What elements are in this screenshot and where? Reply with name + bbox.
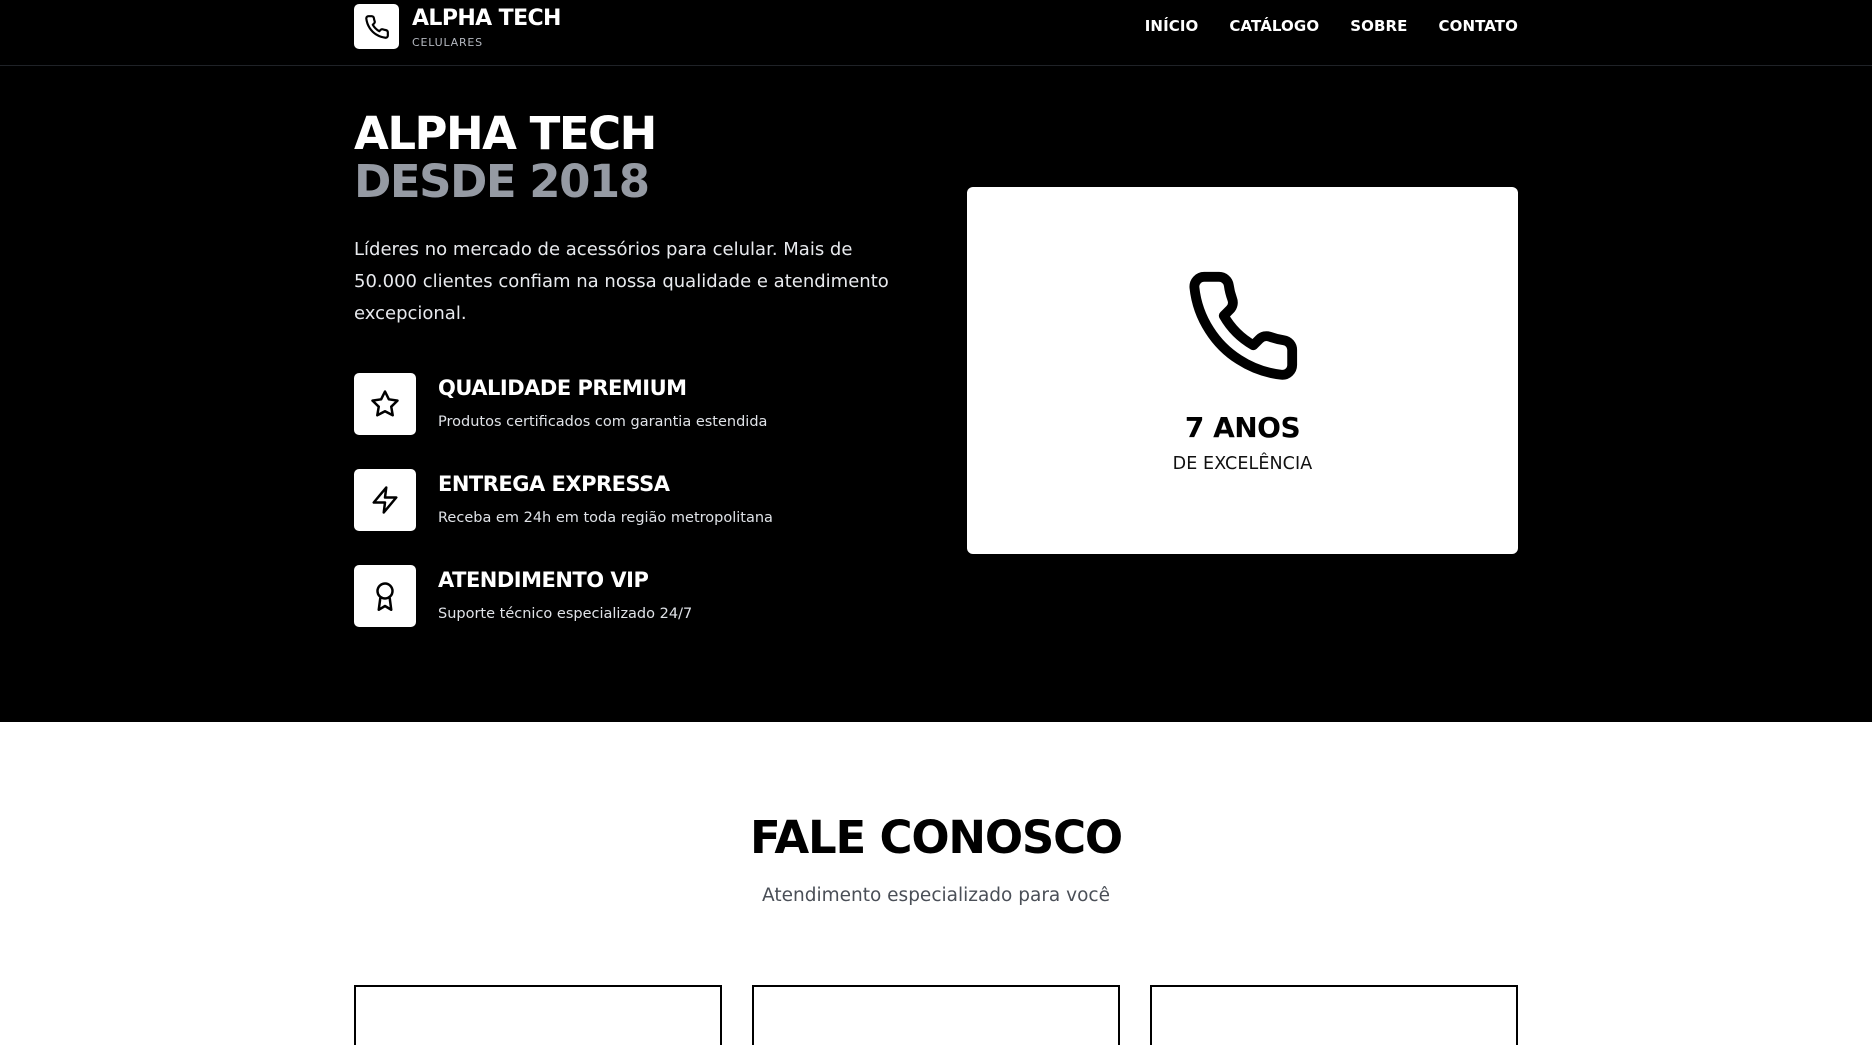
navbar: ALPHA TECH CELULARES INÍCIO CATÁLOGO SOB… <box>0 0 1872 66</box>
nav-link-catalogo[interactable]: CATÁLOGO <box>1229 17 1319 35</box>
lightning-icon <box>354 469 416 531</box>
contact-card[interactable] <box>1150 985 1518 1045</box>
nav-link-inicio[interactable]: INÍCIO <box>1145 17 1199 35</box>
contact-card[interactable] <box>354 985 722 1045</box>
experience-years: 7 ANOS <box>1184 411 1301 444</box>
feature-description: Suporte técnico especializado 24/7 <box>438 606 693 622</box>
feature-description: Produtos certificados com garantia esten… <box>438 414 768 430</box>
feature-title: QUALIDADE PREMIUM <box>438 376 687 400</box>
contact-section: FALE CONOSCO Atendimento especializado p… <box>0 722 1872 1045</box>
experience-card: 7 ANOS DE EXCELÊNCIA <box>967 187 1518 554</box>
contact-card[interactable] <box>752 985 1120 1045</box>
award-icon <box>354 565 416 627</box>
hero-title-year: DESDE 2018 <box>354 155 650 208</box>
feature-delivery: ENTREGA EXPRESSA Receba em 24h em toda r… <box>354 469 914 531</box>
feature-title: ATENDIMENTO VIP <box>438 568 649 592</box>
brand-name[interactable]: ALPHA TECH <box>412 6 561 31</box>
brand-subtitle: CELULARES <box>412 36 483 49</box>
nav-link-sobre[interactable]: SOBRE <box>1350 17 1407 35</box>
nav-link-contato[interactable]: CONTATO <box>1438 17 1518 35</box>
experience-label: DE EXCELÊNCIA <box>1172 454 1313 474</box>
main-nav: INÍCIO CATÁLOGO SOBRE CONTATO <box>1114 17 1518 35</box>
feature-quality: QUALIDADE PREMIUM Produtos certificados … <box>354 373 914 435</box>
feature-vip-support: ATENDIMENTO VIP Suporte técnico especial… <box>354 565 914 627</box>
feature-description: Receba em 24h em toda região metropolita… <box>438 510 773 526</box>
phone-icon <box>967 267 1518 389</box>
hero-section: ALPHA TECH DESDE 2018 Líderes no mercado… <box>0 66 1872 722</box>
hero-description: Líderes no mercado de acessórios para ce… <box>354 239 889 324</box>
hero-title: ALPHA TECH <box>354 107 657 160</box>
logo-phone-icon[interactable] <box>354 4 399 49</box>
star-icon <box>354 373 416 435</box>
feature-title: ENTREGA EXPRESSA <box>438 472 670 496</box>
